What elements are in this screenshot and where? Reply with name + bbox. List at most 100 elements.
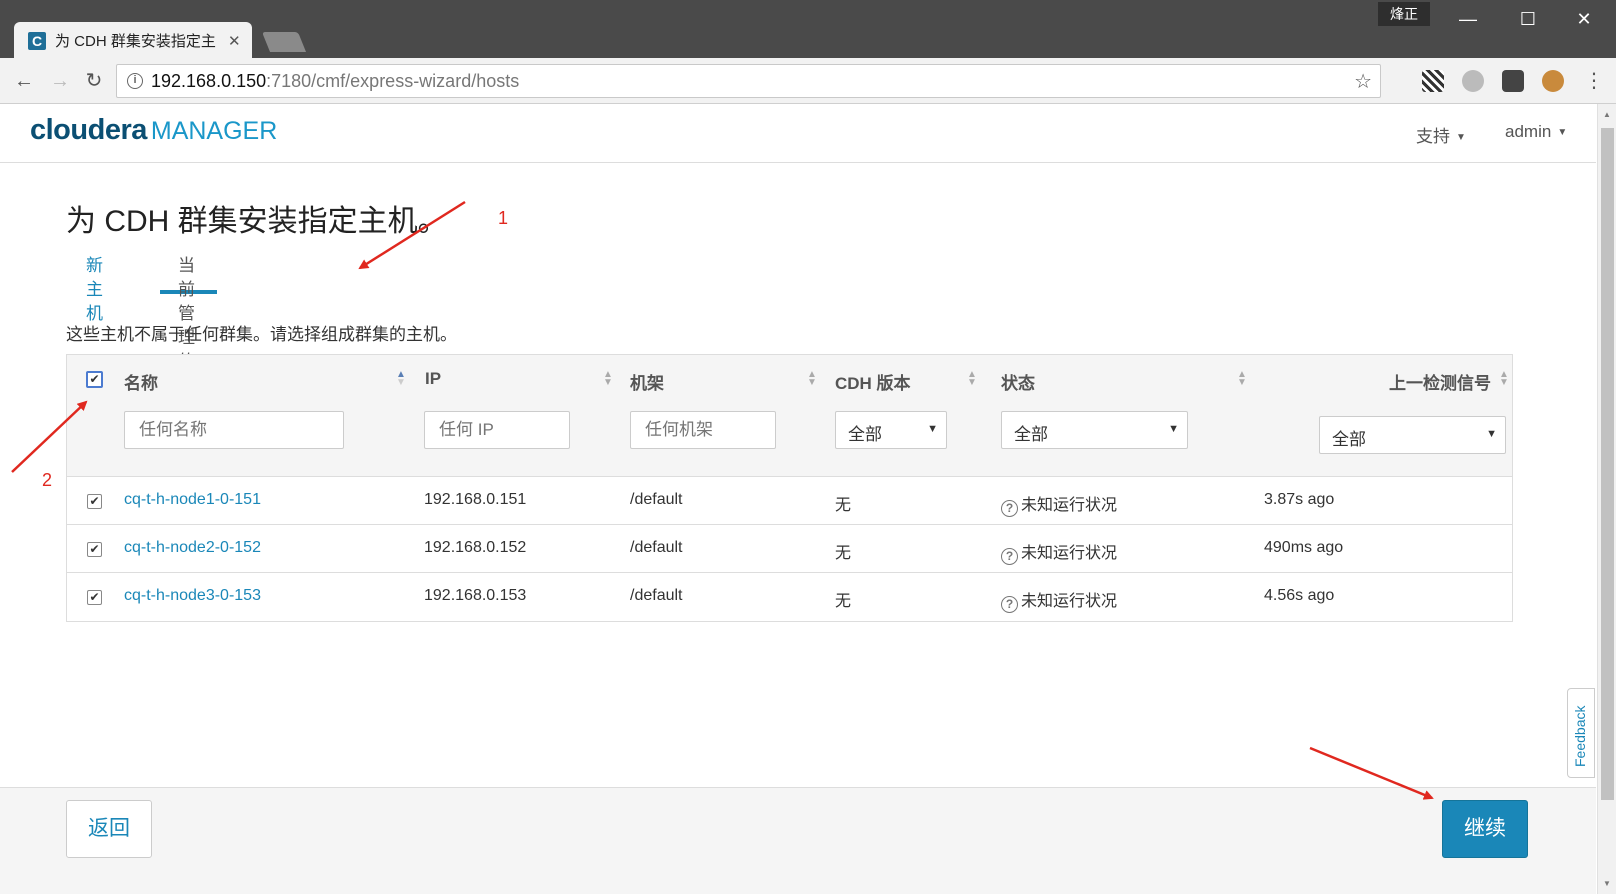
column-rack[interactable]: 机架 [630, 369, 664, 394]
column-name[interactable]: 名称 [124, 369, 158, 394]
url-path: :7180/cmf/express-wizard/hosts [266, 70, 520, 91]
back-arrow-icon[interactable]: ← [10, 67, 38, 95]
cookie-extension-icon[interactable] [1542, 70, 1564, 92]
annotation-number-2: 2 [42, 470, 53, 490]
heartbeat-select[interactable]: 全部 ▼ [1319, 416, 1506, 454]
tab-new-hosts[interactable]: 新主机 [86, 254, 103, 323]
sort-icon[interactable]: ▲ ▼ [1237, 370, 1247, 388]
column-ip[interactable]: IP [425, 369, 441, 389]
status-select[interactable]: 全部 ▼ [1001, 411, 1188, 449]
host-status-text: 未知运行状况 [1021, 545, 1118, 562]
feedback-label: Feedback [1572, 705, 1588, 767]
cloudera-favicon-icon: C [28, 31, 46, 50]
browser-tab[interactable]: C 为 CDH 群集安装指定主 ✕ [14, 22, 252, 59]
host-cdh-version: 无 [835, 593, 852, 610]
url-host: 192.168.0.150 [151, 70, 267, 91]
page-title: 为 CDH 群集安装指定主机。 [66, 205, 448, 238]
host-heartbeat: 4.56s ago [1264, 587, 1335, 604]
table-header: ✔ 名称 ▲ ▼ IP ▲ ▼ 机架 ▲ ▼ CDH 版本 ▲ ▼ 状态 ▲ ▼ 上一检测… [67, 355, 1512, 477]
row-checkbox[interactable]: ✔ [87, 542, 102, 557]
dropdown-arrow-icon: ▼ [927, 423, 938, 435]
annotation-number-1: 1 [498, 208, 509, 228]
question-circle-icon: ? [1001, 548, 1018, 565]
hosts-description: 这些主机不属于任何群集。请选择组成群集的主机。 [66, 325, 457, 344]
host-heartbeat: 490ms ago [1264, 539, 1344, 556]
maximize-icon[interactable]: ☐ [1508, 6, 1548, 32]
host-status: ? 未知运行状况 [1001, 587, 1117, 613]
row-checkbox[interactable]: ✔ [87, 590, 102, 605]
chevron-down-icon: ▼ [1456, 132, 1466, 144]
forward-arrow-icon[interactable]: → [46, 67, 74, 95]
sort-icon[interactable]: ▲ ▼ [807, 370, 817, 388]
cloudera-manager-logo[interactable]: cloudera MANAGER [30, 114, 277, 147]
tab-close-icon[interactable]: ✕ [228, 32, 241, 50]
host-name-link[interactable]: cq-t-h-node2-0-152 [124, 539, 261, 557]
host-name-link[interactable]: cq-t-h-node1-0-151 [124, 491, 261, 509]
host-status: ? 未知运行状况 [1001, 539, 1117, 565]
tab-title: 为 CDH 群集安装指定主 [55, 33, 216, 50]
logo-main: cloudera [30, 114, 147, 146]
site-info-icon[interactable]: i [127, 73, 143, 89]
scrollbar-thumb[interactable] [1601, 128, 1614, 800]
column-cdh-version[interactable]: CDH 版本 [835, 369, 911, 394]
chrome-menu-icon[interactable]: ⋮ [1580, 67, 1608, 95]
page-scrollbar[interactable]: ▲ ▼ [1597, 104, 1616, 894]
tab-managed-hosts[interactable]: 当前管理的主机 (3) [160, 254, 217, 443]
host-ip: 192.168.0.151 [424, 491, 527, 508]
host-heartbeat: 3.87s ago [1264, 491, 1335, 508]
browser-toolbar: ← → ↻ i 192.168.0.150:7180/cmf/express-w… [0, 58, 1616, 104]
sort-icon[interactable]: ▲ ▼ [1499, 370, 1509, 388]
table-row[interactable]: ✔ cq-t-h-node1-0-151 192.168.0.151 /defa… [67, 477, 1512, 525]
host-ip: 192.168.0.153 [424, 587, 527, 604]
host-rack: /default [630, 539, 683, 556]
dropdown-arrow-icon: ▼ [1168, 423, 1179, 435]
table-row[interactable]: ✔ cq-t-h-node2-0-152 192.168.0.152 /defa… [67, 525, 1512, 573]
host-rack: /default [630, 587, 683, 604]
row-checkbox[interactable]: ✔ [87, 494, 102, 509]
host-status-text: 未知运行状况 [1021, 593, 1118, 610]
continue-button[interactable]: 继续 [1442, 800, 1528, 858]
host-status: ? 未知运行状况 [1001, 491, 1117, 517]
wizard-footer: 返回 继续 [0, 787, 1596, 894]
dropdown-arrow-icon: ▼ [1486, 428, 1497, 440]
logo-sub: MANAGER [150, 117, 278, 145]
incognito-extension-icon[interactable] [1502, 70, 1524, 92]
chevron-down-icon: ▼ [1557, 127, 1568, 139]
sort-icon[interactable]: ▲ ▼ [603, 370, 613, 388]
user-menu-label: admin [1505, 122, 1552, 141]
sort-asc-icon[interactable]: ▲ ▼ [396, 370, 406, 388]
host-name-link[interactable]: cq-t-h-node3-0-153 [124, 587, 261, 605]
user-menu[interactable]: admin ▼ [1505, 122, 1567, 142]
column-last-heartbeat[interactable]: 上一检测信号 [1389, 369, 1491, 394]
select-all-checkbox[interactable]: ✔ [86, 371, 103, 388]
qr-code-extension-icon[interactable] [1422, 70, 1444, 92]
new-tab-button[interactable] [261, 32, 307, 52]
globe-extension-icon[interactable] [1462, 70, 1484, 92]
rack-filter-input[interactable] [630, 411, 776, 449]
bookmark-star-icon[interactable]: ☆ [1354, 69, 1372, 94]
column-status[interactable]: 状态 [1001, 369, 1035, 394]
reload-icon[interactable]: ↻ [80, 67, 108, 95]
support-menu[interactable]: 支持 ▼ [1416, 122, 1466, 147]
minimize-icon[interactable]: — [1448, 6, 1488, 32]
support-menu-label: 支持 [1416, 127, 1450, 146]
back-button[interactable]: 返回 [66, 800, 152, 858]
name-filter-input[interactable] [124, 411, 344, 449]
host-status-text: 未知运行状况 [1021, 497, 1118, 514]
scroll-down-icon[interactable]: ▼ [1603, 879, 1611, 888]
host-ip: 192.168.0.152 [424, 539, 527, 556]
heartbeat-select-value: 全部 [1332, 430, 1366, 449]
host-rack: /default [630, 491, 683, 508]
cdh-version-select-value: 全部 [848, 425, 882, 444]
profile-badge[interactable]: 烽正 [1378, 2, 1430, 26]
scroll-up-icon[interactable]: ▲ [1603, 110, 1611, 119]
address-bar[interactable]: i 192.168.0.150:7180/cmf/express-wizard/… [116, 64, 1381, 98]
table-row[interactable]: ✔ cq-t-h-node3-0-153 192.168.0.153 /defa… [67, 573, 1512, 621]
feedback-tab[interactable]: Feedback [1567, 688, 1595, 778]
close-window-icon[interactable]: ✕ [1564, 6, 1604, 32]
ip-filter-input[interactable] [424, 411, 570, 449]
cdh-version-select[interactable]: 全部 ▼ [835, 411, 947, 449]
browser-titlebar: C 为 CDH 群集安装指定主 ✕ 烽正 — ☐ ✕ [0, 0, 1616, 59]
sort-icon[interactable]: ▲ ▼ [967, 370, 977, 388]
url-text: 192.168.0.150:7180/cmf/express-wizard/ho… [151, 71, 519, 92]
